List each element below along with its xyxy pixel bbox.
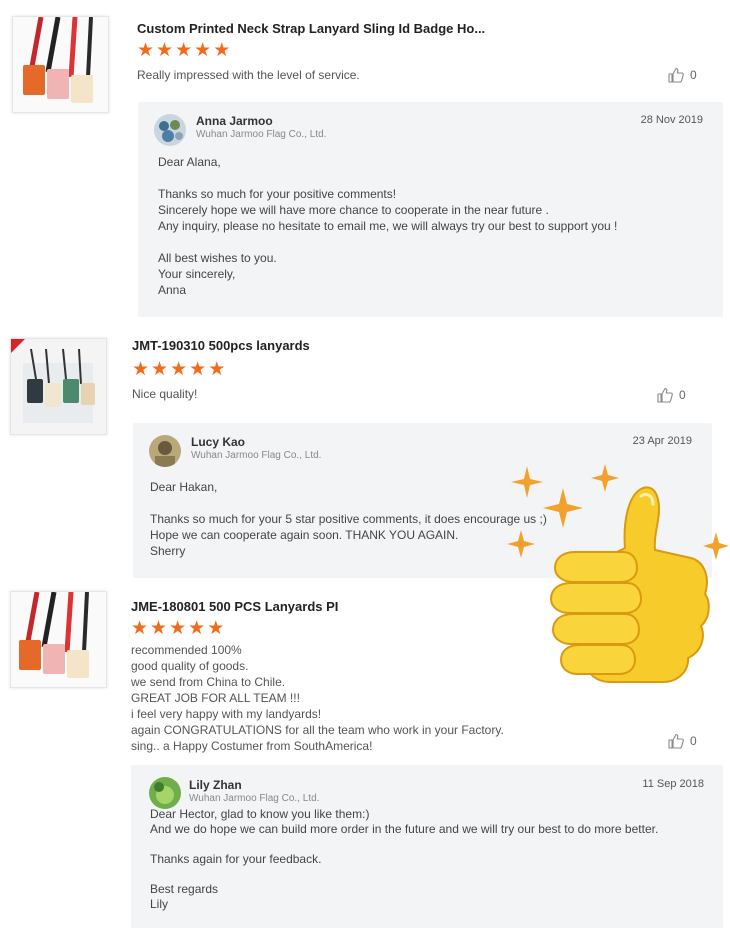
comment-line: Nice quality! — [132, 387, 198, 401]
reply-line: Thanks again for your feedback. — [150, 852, 322, 866]
seller-reply: Anna Jarmoo Wuhan Jarmoo Flag Co., Ltd. … — [138, 102, 723, 317]
star-icon: ★ — [169, 618, 187, 639]
star-icon: ★ — [208, 359, 226, 380]
product-title[interactable]: JME-180801 500 PCS Lanyards PI — [131, 599, 338, 614]
comment-line: sing.. a Happy Costumer from SouthAmeric… — [131, 739, 373, 753]
replier-company: Wuhan Jarmoo Flag Co., Ltd. — [196, 129, 327, 140]
comment-line: recommended 100% — [131, 643, 242, 657]
reply-line: Dear Alana, — [158, 155, 221, 169]
review-comment: Really impressed with the level of servi… — [137, 67, 360, 83]
thumbs-up-icon — [668, 67, 684, 83]
reply-line: All best wishes to you. — [158, 251, 277, 265]
star-icon: ★ — [156, 40, 174, 61]
product-thumbnail[interactable] — [12, 16, 109, 113]
like-button[interactable]: 0 — [668, 67, 697, 83]
avatar — [154, 114, 186, 146]
reply-line: Dear Hakan, — [150, 480, 218, 494]
star-rating: ★ ★ ★ ★ ★ — [137, 41, 230, 60]
reply-line: Lily — [150, 897, 169, 911]
reply-line: Thanks so much for your 5 star positive … — [150, 512, 547, 526]
thumbs-up-icon — [657, 387, 673, 403]
review-comment: recommended 100% good quality of goods. … — [131, 642, 504, 754]
comment-line: i feel very happy with my landyards! — [131, 707, 322, 721]
reply-body: Dear Hector, glad to know you like them:… — [150, 807, 658, 912]
like-count: 0 — [690, 68, 697, 82]
replier-company: Wuhan Jarmoo Flag Co., Ltd. — [189, 793, 320, 804]
star-icon: ★ — [132, 359, 150, 380]
reply-date: 28 Nov 2019 — [640, 114, 703, 126]
star-icon: ★ — [170, 359, 188, 380]
seller-avatar-image — [149, 777, 181, 809]
product-title[interactable]: Custom Printed Neck Strap Lanyard Sling … — [137, 21, 485, 36]
replier-name: Lily Zhan — [189, 778, 242, 792]
like-button[interactable]: 0 — [668, 733, 697, 749]
reply-line: Dear Hector, glad to know you like them:… — [150, 807, 370, 821]
star-icon: ★ — [213, 40, 231, 61]
like-button[interactable]: 0 — [657, 387, 686, 403]
lanyard-product-image — [13, 17, 108, 112]
product-thumbnail[interactable] — [10, 591, 107, 688]
review-item: JMT-190310 500pcs lanyards ★ ★ ★ ★ ★ Nic… — [0, 330, 730, 580]
star-icon: ★ — [150, 618, 168, 639]
avatar — [149, 777, 181, 809]
reply-line: Sincerely hope we will have more chance … — [158, 203, 549, 217]
star-icon: ★ — [207, 618, 225, 639]
star-icon: ★ — [137, 40, 155, 61]
reply-line: Any inquiry, please no hesitate to email… — [158, 219, 618, 233]
replier-name: Lucy Kao — [191, 435, 246, 449]
seller-avatar-image — [149, 435, 181, 467]
reply-line: Anna — [158, 283, 187, 297]
review-item: Custom Printed Neck Strap Lanyard Sling … — [0, 0, 730, 320]
star-icon: ★ — [131, 618, 149, 639]
reply-date: 23 Apr 2019 — [632, 435, 692, 447]
star-icon: ★ — [194, 40, 212, 61]
comment-line: again CONGRATULATIONS for all the team w… — [131, 723, 504, 737]
reply-line: And we do hope we can build more order i… — [150, 822, 659, 836]
review-item: JME-180801 500 PCS Lanyards PI ★ ★ ★ ★ ★… — [0, 585, 730, 931]
thumbs-up-icon — [668, 733, 684, 749]
product-title[interactable]: JMT-190310 500pcs lanyards — [132, 338, 310, 353]
comment-line: we send from China to Chile. — [131, 675, 286, 689]
reply-date: 11 Sep 2018 — [642, 778, 704, 790]
review-comment: Nice quality! — [132, 386, 197, 402]
star-icon: ★ — [188, 618, 206, 639]
reply-line: Thanks so much for your positive comment… — [158, 187, 397, 201]
star-rating: ★ ★ ★ ★ ★ — [131, 619, 224, 638]
like-count: 0 — [690, 734, 697, 748]
replier-name: Anna Jarmoo — [196, 114, 273, 128]
star-rating: ★ ★ ★ ★ ★ — [132, 360, 225, 379]
avatar — [149, 435, 181, 467]
reply-line: Hope we can cooperate again soon. THANK … — [150, 528, 459, 542]
reply-line: Your sincerely, — [158, 267, 236, 281]
reply-line: Best regards — [150, 882, 219, 896]
comment-line: GREAT JOB FOR ALL TEAM !!! — [131, 691, 300, 705]
replier-company: Wuhan Jarmoo Flag Co., Ltd. — [191, 450, 322, 461]
reply-body: Dear Alana, Thanks so much for your posi… — [158, 154, 617, 298]
product-thumbnail[interactable] — [10, 338, 107, 435]
seller-reply: Lucy Kao Wuhan Jarmoo Flag Co., Ltd. 23 … — [133, 423, 712, 578]
seller-reply: Lily Zhan Wuhan Jarmoo Flag Co., Ltd. 11… — [131, 765, 723, 928]
reply-line: Sherry — [150, 544, 186, 558]
star-icon: ★ — [151, 359, 169, 380]
star-icon: ★ — [175, 40, 193, 61]
reply-body: Dear Hakan, Thanks so much for your 5 st… — [150, 479, 547, 559]
lanyard-product-image — [11, 592, 106, 687]
like-count: 0 — [679, 388, 686, 402]
comment-line: Really impressed with the level of servi… — [137, 68, 360, 82]
seller-avatar-image — [154, 114, 186, 146]
star-icon: ★ — [189, 359, 207, 380]
comment-line: good quality of goods. — [131, 659, 249, 673]
lanyard-product-image — [11, 339, 106, 434]
